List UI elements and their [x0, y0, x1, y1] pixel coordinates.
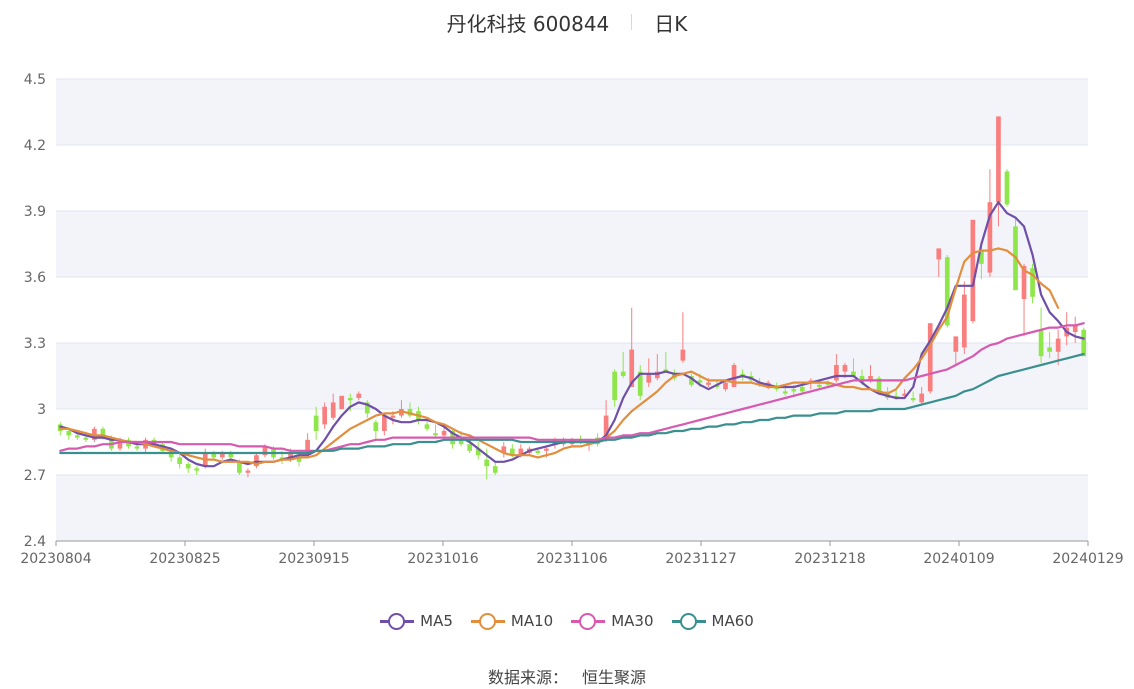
candle-body: [723, 382, 728, 390]
y-tick-label: 2.4: [24, 534, 46, 550]
candle-body: [66, 431, 72, 436]
grid-band: [56, 211, 1088, 277]
candle-body: [816, 384, 822, 387]
candle-body: [1047, 347, 1052, 352]
candle-body: [347, 398, 353, 401]
y-tick-label: 3.3: [24, 336, 46, 352]
y-tick-label: 2.7: [24, 468, 46, 484]
legend-label: MA30: [611, 612, 654, 630]
y-tick-label: 3.6: [24, 270, 46, 286]
x-tick-label: 20231016: [407, 551, 478, 567]
legend-marker-icon: [470, 612, 505, 630]
candle-body: [382, 415, 387, 431]
candle-body: [953, 336, 959, 352]
candle-body: [390, 415, 396, 418]
legend-label: MA10: [510, 612, 554, 630]
candle-body: [237, 461, 242, 473]
candle-body: [185, 464, 191, 469]
candle-body: [936, 248, 942, 260]
candle-body: [544, 448, 549, 451]
candle-body: [1081, 329, 1087, 357]
legend-marker-icon: [380, 612, 415, 630]
candle-body: [680, 349, 686, 361]
legend-label: MA60: [711, 612, 754, 630]
candle-body: [356, 393, 362, 398]
y-tick-label: 3: [37, 402, 46, 418]
legend-marker-icon: [571, 612, 606, 630]
legend-item-ma60[interactable]: MA60: [671, 612, 754, 630]
candle-body: [441, 431, 447, 436]
x-tick-label: 20231218: [794, 551, 865, 567]
data-source-label: 数据来源：: [487, 668, 568, 687]
candle-body: [467, 444, 472, 451]
legend-label: MA5: [420, 612, 453, 630]
candle-body: [322, 406, 328, 425]
x-tick-label: 20240109: [923, 551, 994, 567]
candle-body: [339, 395, 345, 409]
grid-band: [56, 475, 1088, 541]
legend-item-ma30[interactable]: MA30: [571, 612, 654, 630]
candle-body: [799, 387, 805, 392]
candle-body: [245, 470, 251, 473]
candle-body: [134, 446, 140, 449]
y-tick-label: 4.2: [24, 138, 46, 154]
x-tick-label: 20230915: [278, 551, 349, 567]
candle-body: [791, 389, 797, 392]
chart-legend: MA5 MA10 MA30 MA60: [0, 612, 1134, 630]
legend-item-ma5[interactable]: MA5: [380, 612, 453, 630]
y-tick-label: 3.9: [24, 204, 46, 220]
x-tick-label: 20231106: [536, 551, 607, 567]
candle-body: [834, 365, 839, 381]
candle-body: [1004, 171, 1010, 205]
candle-body: [373, 422, 379, 431]
candle-body: [330, 402, 336, 418]
candle-body: [1055, 338, 1061, 352]
x-tick-label: 20240129: [1052, 551, 1123, 567]
candle-body: [83, 437, 89, 440]
candle-body: [970, 219, 976, 321]
candle-body: [706, 382, 711, 385]
candle-body: [433, 433, 438, 436]
candle-body: [961, 294, 967, 348]
kline-chart: 2.4 2.7 3 3.3 3.6 3.9 4.2 4.5 20230804 20230825 20…: [20, 72, 1123, 567]
legend-marker-icon: [671, 612, 706, 630]
candle-body: [535, 450, 541, 453]
grid-band: [56, 79, 1088, 145]
y-tick-label: 4.5: [24, 72, 46, 88]
candle-body: [927, 323, 933, 392]
candle-body: [424, 424, 430, 429]
candle-body: [177, 457, 183, 464]
candle-body: [74, 435, 80, 438]
data-source: 数据来源： 恒生聚源: [0, 664, 1134, 688]
candle-body: [842, 365, 848, 372]
candle-body: [996, 116, 1001, 203]
candle-body: [1030, 268, 1035, 297]
legend-item-ma10[interactable]: MA10: [470, 612, 554, 630]
candle-body: [910, 398, 916, 401]
x-tick-label: 20230825: [149, 551, 220, 567]
data-source-value: 恒生聚源: [582, 668, 647, 687]
x-tick-label: 20231127: [665, 551, 736, 567]
candle-body: [612, 371, 617, 401]
grid-band: [56, 343, 1088, 409]
candle-body: [492, 466, 498, 473]
candle-body: [194, 468, 200, 471]
candle-body: [313, 415, 319, 431]
candle-body: [620, 371, 626, 376]
candle-body: [782, 391, 788, 394]
x-tick-label: 20230804: [20, 551, 91, 567]
candle-body: [1038, 329, 1044, 357]
candle-body: [919, 393, 925, 403]
candle-body: [646, 373, 652, 383]
candle-body: [484, 459, 490, 467]
